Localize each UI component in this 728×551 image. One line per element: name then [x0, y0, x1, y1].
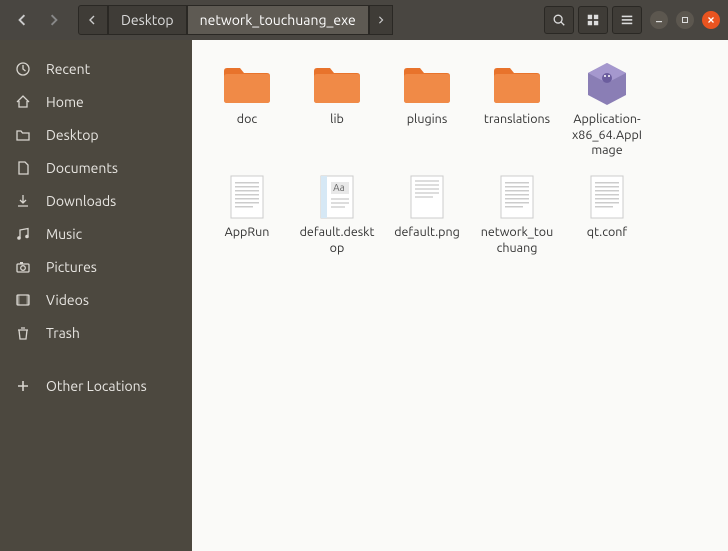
minimize-button[interactable]: [650, 11, 668, 29]
desktop-icon: Aa: [310, 173, 364, 221]
file-label: AppRun: [225, 225, 270, 241]
text-icon: [580, 173, 634, 221]
forward-button[interactable]: [40, 6, 68, 34]
back-button[interactable]: [8, 6, 36, 34]
sidebar-item-trash[interactable]: Trash: [0, 316, 192, 349]
file-item[interactable]: AppRun: [204, 169, 290, 260]
file-label: lib: [330, 112, 344, 128]
sidebar-item-label: Desktop: [46, 127, 99, 143]
download-icon: [14, 192, 32, 210]
clock-icon: [14, 60, 32, 78]
folder-icon: [14, 126, 32, 144]
menu-button[interactable]: [612, 6, 642, 34]
folder-item[interactable]: lib: [294, 56, 380, 163]
file-item[interactable]: default.png: [384, 169, 470, 260]
file-item[interactable]: Aa default.desktop: [294, 169, 380, 260]
music-icon: [14, 225, 32, 243]
file-label: qt.conf: [587, 225, 627, 241]
svg-text:Aa: Aa: [333, 182, 345, 193]
file-label: Application-x86_64.AppImage: [568, 112, 646, 159]
file-item[interactable]: qt.conf: [564, 169, 650, 260]
sidebar: Recent Home Desktop Documents Downloads Music…: [0, 40, 192, 551]
home-icon: [14, 93, 32, 111]
sidebar-item-videos[interactable]: Videos: [0, 283, 192, 316]
video-icon: [14, 291, 32, 309]
folder-icon: [220, 60, 274, 108]
file-label: default.png: [394, 225, 460, 241]
text-icon: [220, 173, 274, 221]
file-label: network_touchuang: [478, 225, 556, 256]
file-label: default.desktop: [298, 225, 376, 256]
camera-icon: [14, 258, 32, 276]
folder-icon: [400, 60, 454, 108]
search-button[interactable]: [544, 6, 574, 34]
folder-item[interactable]: plugins: [384, 56, 470, 163]
sidebar-item-label: Other Locations: [46, 378, 147, 394]
folder-icon: [310, 60, 364, 108]
file-item[interactable]: Application-x86_64.AppImage: [564, 56, 650, 163]
sidebar-item-label: Documents: [46, 160, 118, 176]
file-label: doc: [237, 112, 257, 128]
sidebar-item-label: Recent: [46, 61, 90, 77]
text-icon: [490, 173, 544, 221]
breadcrumb: Desktop network_touchuang_exe: [78, 5, 532, 35]
sidebar-item-downloads[interactable]: Downloads: [0, 184, 192, 217]
breadcrumb-current[interactable]: network_touchuang_exe: [187, 5, 369, 35]
sidebar-item-desktop[interactable]: Desktop: [0, 118, 192, 151]
file-grid: doc lib plugins translations Application-x86…: [192, 40, 728, 551]
sidebar-item-recent[interactable]: Recent: [0, 52, 192, 85]
file-item[interactable]: network_touchuang: [474, 169, 560, 260]
sidebar-item-label: Trash: [46, 325, 80, 341]
sidebar-item-label: Videos: [46, 292, 89, 308]
titlebar: Desktop network_touchuang_exe: [0, 0, 728, 40]
sidebar-item-home[interactable]: Home: [0, 85, 192, 118]
folder-item[interactable]: doc: [204, 56, 290, 163]
breadcrumb-parent[interactable]: Desktop: [108, 5, 187, 35]
sidebar-other-locations[interactable]: Other Locations: [0, 369, 192, 402]
sidebar-item-label: Downloads: [46, 193, 116, 209]
sidebar-item-label: Pictures: [46, 259, 97, 275]
sidebar-item-label: Music: [46, 226, 82, 242]
sidebar-item-documents[interactable]: Documents: [0, 151, 192, 184]
image-icon: [400, 173, 454, 221]
folder-icon: [490, 60, 544, 108]
plus-icon: [14, 377, 32, 395]
breadcrumb-expand[interactable]: [369, 5, 393, 35]
sidebar-item-music[interactable]: Music: [0, 217, 192, 250]
folder-item[interactable]: translations: [474, 56, 560, 163]
appimage-icon: [580, 60, 634, 108]
view-toggle-button[interactable]: [578, 6, 608, 34]
document-icon: [14, 159, 32, 177]
trash-icon: [14, 324, 32, 342]
file-label: plugins: [407, 112, 448, 128]
sidebar-item-pictures[interactable]: Pictures: [0, 250, 192, 283]
file-label: translations: [484, 112, 550, 128]
maximize-button[interactable]: [676, 11, 694, 29]
breadcrumb-path-button[interactable]: [78, 5, 108, 35]
close-button[interactable]: [702, 11, 720, 29]
sidebar-item-label: Home: [46, 94, 84, 110]
